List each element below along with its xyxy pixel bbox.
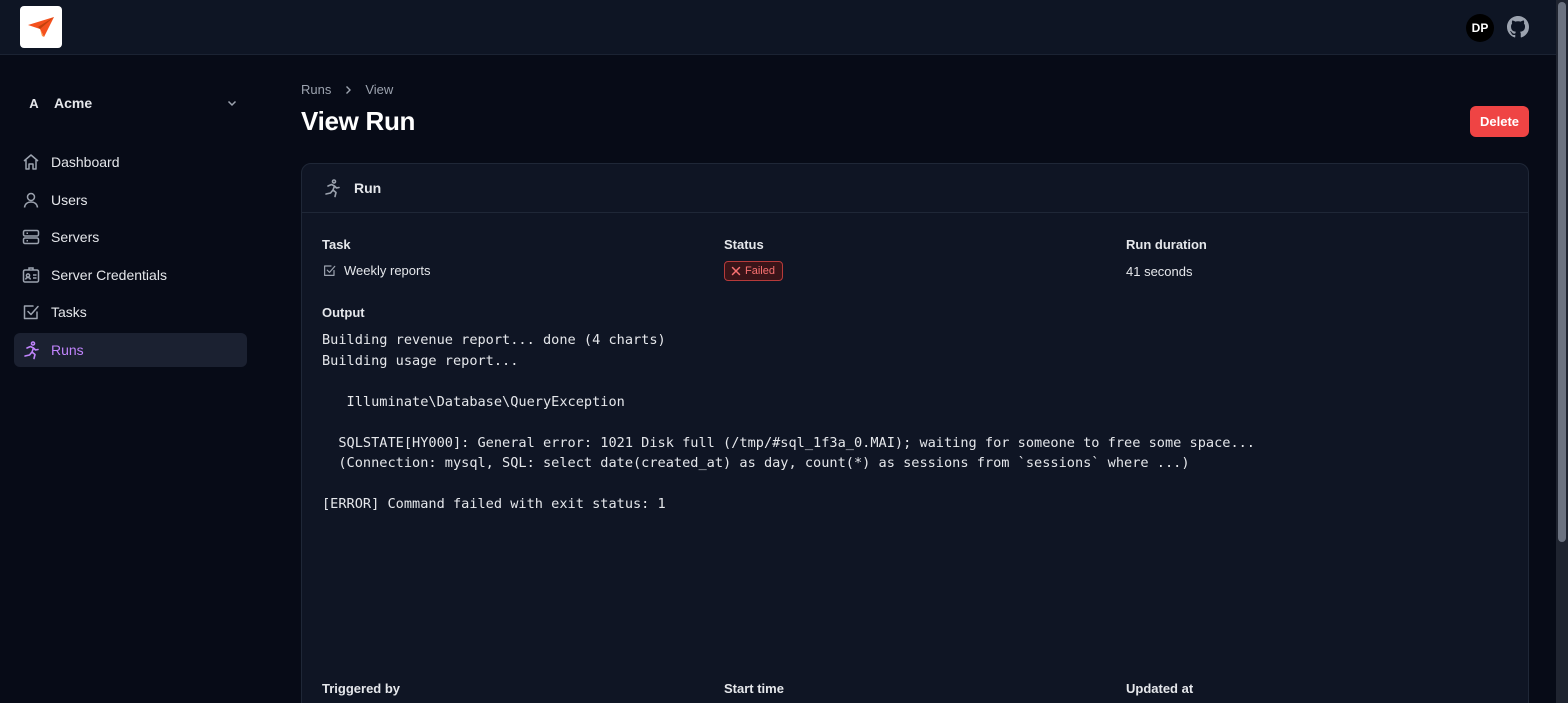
sidebar-item-dashboard[interactable]: Dashboard xyxy=(14,145,247,179)
run-card: Run Task Weekly reports Status Failed Ru… xyxy=(301,163,1529,703)
updated-at-label: Updated at xyxy=(1126,681,1194,696)
running-icon xyxy=(322,178,342,198)
task-name: Weekly reports xyxy=(344,263,431,278)
delete-button[interactable]: Delete xyxy=(1470,106,1529,137)
card-title: Run xyxy=(354,180,382,196)
team-name: Acme xyxy=(54,95,93,111)
sidebar-item-label: Server Credentials xyxy=(51,266,167,283)
chevron-right-icon xyxy=(343,85,353,95)
x-icon xyxy=(731,266,741,276)
card-header: Run xyxy=(302,164,1528,213)
server-icon xyxy=(21,227,41,247)
page-scrollbar[interactable] xyxy=(1556,0,1568,703)
top-bar: DP xyxy=(0,0,1556,55)
sidebar-item-label: Dashboard xyxy=(51,154,120,170)
github-icon[interactable] xyxy=(1507,16,1529,38)
team-initial: A xyxy=(29,95,39,111)
scrollbar-thumb[interactable] xyxy=(1558,2,1566,542)
sidebar-item-label: Runs xyxy=(51,341,84,358)
chevron-down-icon xyxy=(217,97,247,109)
check-square-icon xyxy=(322,263,337,278)
id-card-icon xyxy=(21,265,41,285)
status-badge: Failed xyxy=(724,261,783,281)
user-icon xyxy=(21,190,41,210)
start-time-label: Start time xyxy=(724,681,784,696)
sidebar-item-label: Servers xyxy=(51,229,100,246)
app-logo[interactable] xyxy=(20,6,62,48)
sidebar-item-server-credentials[interactable]: Server Credentials xyxy=(14,258,247,292)
output-label: Output xyxy=(322,305,365,320)
sidebar-item-users[interactable]: Users xyxy=(14,183,247,217)
sidebar-item-servers[interactable]: Servers xyxy=(14,220,247,254)
triggered-by-label: Triggered by xyxy=(322,681,401,696)
duration-label: Run duration xyxy=(1126,237,1207,252)
output-log: Building revenue report... done (4 chart… xyxy=(322,332,1255,512)
paper-plane-icon xyxy=(28,17,54,37)
breadcrumb-current: View xyxy=(365,82,394,97)
duration-value: 41 seconds xyxy=(1126,264,1193,279)
sidebar-item-tasks[interactable]: Tasks xyxy=(14,295,247,329)
status-text: Failed xyxy=(745,265,775,277)
home-icon xyxy=(21,152,41,172)
breadcrumb: Runs View xyxy=(301,82,393,97)
check-square-icon xyxy=(21,302,41,322)
sidebar-item-runs[interactable]: Runs xyxy=(14,332,247,367)
sidebar-item-label: Users xyxy=(51,191,88,208)
running-icon xyxy=(21,340,41,360)
sidebar-nav: Dashboard Users Servers Server Credentia… xyxy=(14,145,247,371)
user-avatar[interactable]: DP xyxy=(1466,14,1494,42)
task-label: Task xyxy=(322,237,351,252)
task-value[interactable]: Weekly reports xyxy=(322,263,430,278)
status-label: Status xyxy=(724,237,764,252)
page-title: View Run xyxy=(301,106,416,136)
breadcrumb-runs-link[interactable]: Runs xyxy=(301,82,331,97)
sidebar-item-label: Tasks xyxy=(51,304,87,321)
team-switcher[interactable]: A Acme xyxy=(14,88,247,118)
